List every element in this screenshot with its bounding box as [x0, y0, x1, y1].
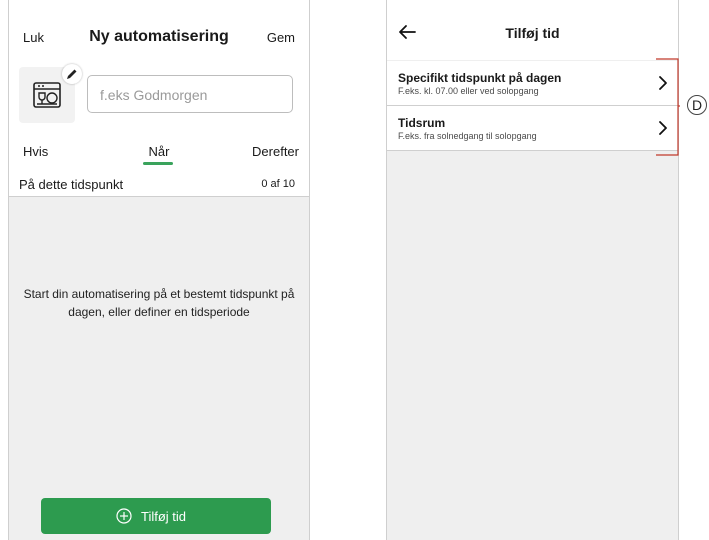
empty-state-text: Start din automatisering på et bestemt t… [23, 287, 295, 319]
annotation-callout: D [687, 95, 707, 115]
plus-circle-icon [116, 508, 132, 524]
list-item-time-range[interactable]: Tidsrum F.eks. fra solnedgang til solopg… [387, 106, 678, 151]
empty-area [387, 152, 678, 540]
content-area: Start din automatisering på et bestemt t… [9, 197, 309, 540]
annotation-bracket [656, 58, 680, 156]
header: Tilføj tid [387, 0, 678, 60]
page-title: Ny automatisering [89, 28, 229, 45]
tab-hvis[interactable]: Hvis [23, 144, 48, 159]
page-title: Tilføj tid [387, 25, 678, 41]
tab-naar[interactable]: Når [129, 144, 189, 159]
automation-name-input[interactable]: f.eks Godmorgen [87, 75, 293, 113]
list-item-specific-time[interactable]: Specifikt tidspunkt på dagen F.eks. kl. … [387, 61, 678, 106]
edit-icon-button[interactable] [62, 64, 82, 84]
section-title: På dette tidspunkt [19, 177, 124, 192]
dishwasher-icon [33, 82, 61, 108]
add-time-label: Tilføj tid [141, 509, 187, 524]
add-time-button[interactable]: Tilføj tid [41, 498, 271, 534]
list-item-subtitle: F.eks. kl. 07.00 eller ved solopgang [398, 86, 539, 96]
list-item-title: Tidsrum [398, 116, 446, 130]
list-item-subtitle: F.eks. fra solnedgang til solopgang [398, 131, 537, 141]
tab-derefter[interactable]: Derefter [252, 144, 299, 159]
tab-bar: Hvis Når Derefter [9, 140, 309, 170]
pencil-icon [67, 69, 77, 79]
section-header: På dette tidspunkt 0 af 10 [9, 172, 309, 197]
new-automation-screen: Luk Ny automatisering Gem f.eks Godmorge… [8, 0, 310, 540]
page-title-text: Tilføj tid [505, 25, 560, 41]
active-tab-indicator [143, 162, 173, 165]
list-item-title: Specifikt tidspunkt på dagen [398, 71, 562, 85]
add-time-screen: Tilføj tid Specifikt tidspunkt på dagen … [386, 0, 679, 540]
section-count: 0 af 10 [261, 178, 295, 190]
header: Luk Ny automatisering Gem [9, 0, 309, 56]
save-button[interactable]: Gem [267, 30, 295, 45]
